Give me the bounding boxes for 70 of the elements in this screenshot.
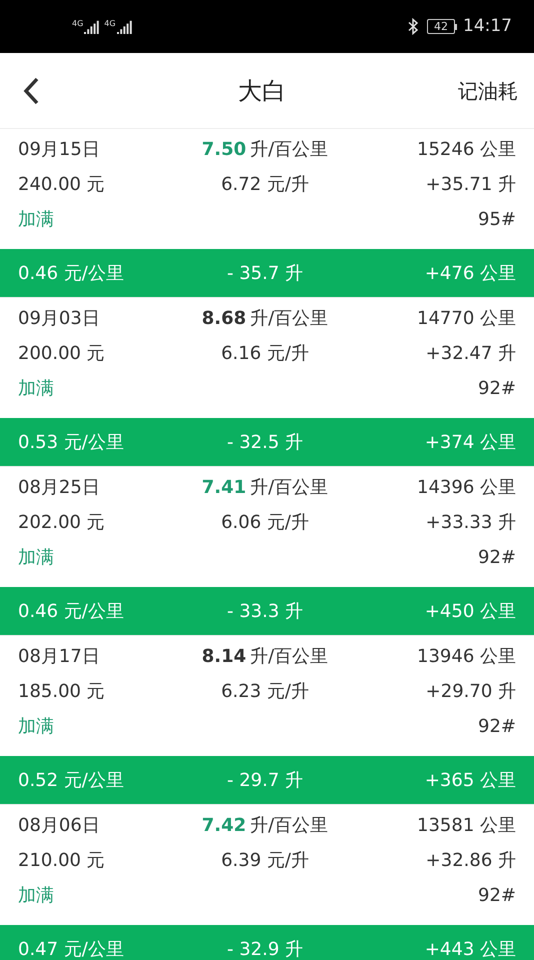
battery-icon: 42 [427,19,457,34]
network-label: 4G [104,20,116,28]
odometer: 13946 公里 [416,645,516,669]
fill-type: 加满 [18,377,54,401]
fuel-volume: +29.70 升 [424,680,516,704]
clock: 14:17 [463,14,512,38]
page-title: 大白 [238,76,286,106]
cost: 200.00 元 [18,342,106,366]
date: 09月15日 [18,138,101,162]
consumption-unit: 升/百公里 [250,645,328,669]
signal-icon [116,20,133,34]
date: 08月17日 [18,645,101,669]
consumption-value: 7.42 [202,814,246,838]
consumption-value: 7.41 [202,476,246,500]
distance: +374 公里 [424,430,516,454]
fill-type: 加满 [18,715,54,739]
cost-per-km: 0.46 元/公里 [18,600,125,624]
odometer: 15246 公里 [416,138,516,162]
record-fuel-button[interactable]: 记油耗 [458,76,518,106]
consumption-unit: 升/百公里 [250,476,328,500]
fuel-used: - 32.5 升 [226,430,304,454]
distance: +450 公里 [424,600,516,624]
cost-per-km: 0.53 元/公里 [18,430,125,454]
consumption-value: 8.14 [202,645,246,669]
consumption-value: 8.68 [202,307,246,331]
cost: 202.00 元 [18,511,106,535]
cost: 210.00 元 [18,849,106,873]
distance: +443 公里 [424,938,516,960]
cost: 240.00 元 [18,173,106,197]
unit-price: 6.39 元/升 [221,849,309,873]
fuel-used: - 32.9 升 [226,938,304,960]
date: 08月25日 [18,476,101,500]
odometer: 13581 公里 [416,814,516,838]
fuel-grade: 92# [477,884,516,908]
network-label: 4G [72,20,84,28]
unit-price: 6.06 元/升 [221,511,309,535]
date: 09月03日 [18,307,101,331]
consumption-unit: 升/百公里 [250,138,328,162]
cost: 185.00 元 [18,680,106,704]
fuel-volume: +32.86 升 [424,849,516,873]
fill-type: 加满 [18,546,54,570]
fill-type: 加满 [18,884,54,908]
unit-price: 6.16 元/升 [221,342,309,366]
date: 08月06日 [18,814,101,838]
consumption-unit: 升/百公里 [250,307,328,331]
fuel-grade: 92# [477,377,516,401]
cost-per-km: 0.47 元/公里 [18,938,125,960]
odometer: 14770 公里 [416,307,516,331]
fuel-grade: 92# [477,546,516,570]
fuel-used: - 35.7 升 [226,262,304,286]
consumption-unit: 升/百公里 [250,814,328,838]
cost-per-km: 0.52 元/公里 [18,768,125,792]
unit-price: 6.23 元/升 [221,680,309,704]
distance: +365 公里 [424,768,516,792]
fuel-volume: +33.33 升 [424,511,516,535]
fuel-grade: 92# [477,715,516,739]
distance: +476 公里 [424,262,516,286]
odometer: 14396 公里 [416,476,516,500]
cost-per-km: 0.46 元/公里 [18,262,125,286]
unit-price: 6.72 元/升 [221,173,309,197]
signal-icon [84,20,100,34]
fuel-used: - 29.7 升 [226,768,304,792]
fuel-used: - 33.3 升 [226,600,304,624]
back-icon [22,76,40,104]
consumption-value: 7.50 [202,138,246,162]
fuel-volume: +35.71 升 [424,173,516,197]
fuel-volume: +32.47 升 [424,342,516,366]
fill-type: 加满 [18,208,54,232]
fuel-grade: 95# [477,208,516,232]
bluetooth-icon [407,18,419,35]
